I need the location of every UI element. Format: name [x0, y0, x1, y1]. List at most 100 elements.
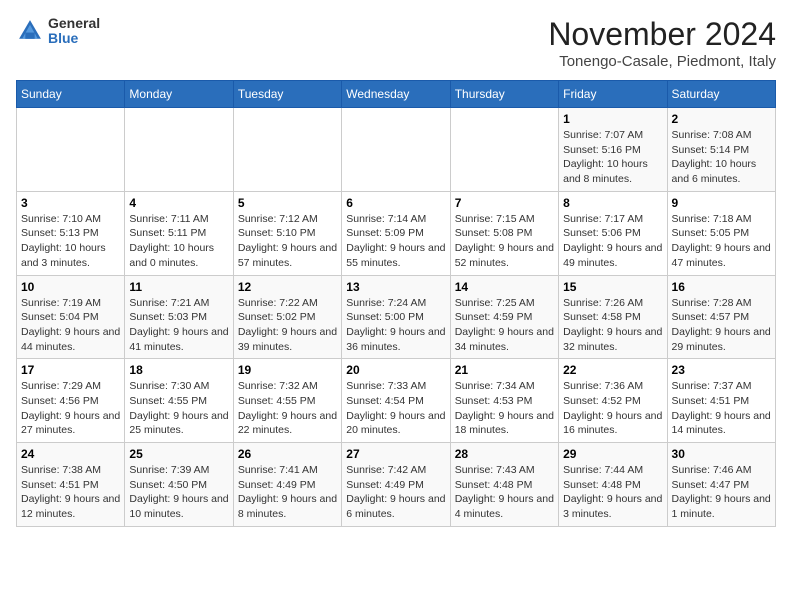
col-header-tuesday: Tuesday	[233, 81, 341, 108]
calendar-table: SundayMondayTuesdayWednesdayThursdayFrid…	[16, 80, 776, 527]
day-number: 26	[238, 447, 337, 461]
day-number: 8	[563, 196, 662, 210]
day-info: Sunrise: 7:24 AMSunset: 5:00 PMDaylight:…	[346, 296, 445, 355]
day-info: Sunrise: 7:26 AMSunset: 4:58 PMDaylight:…	[563, 296, 662, 355]
calendar-cell: 3 Sunrise: 7:10 AMSunset: 5:13 PMDaylight…	[17, 191, 125, 275]
calendar-cell: 29 Sunrise: 7:44 AMSunset: 4:48 PMDayligh…	[559, 443, 667, 527]
calendar-cell	[233, 108, 341, 192]
calendar-cell: 5Sunrise: 7:12 AMSunset: 5:10 PMDaylight…	[233, 191, 341, 275]
calendar-cell: 19Sunrise: 7:32 AMSunset: 4:55 PMDayligh…	[233, 359, 341, 443]
day-info: Sunrise: 7:14 AMSunset: 5:09 PMDaylight:…	[346, 212, 445, 271]
day-number: 28	[455, 447, 554, 461]
day-number: 18	[129, 363, 228, 377]
day-number: 11	[129, 280, 228, 294]
day-number: 25	[129, 447, 228, 461]
calendar-cell: 28 Sunrise: 7:43 AMSunset: 4:48 PMDayligh…	[450, 443, 558, 527]
calendar-cell: 27 Sunrise: 7:42 AMSunset: 4:49 PMDayligh…	[342, 443, 450, 527]
day-number: 6	[346, 196, 445, 210]
day-info: Sunrise: 7:22 AMSunset: 5:02 PMDaylight:…	[238, 296, 337, 355]
logo: General Blue	[16, 16, 100, 47]
day-number: 24	[21, 447, 120, 461]
calendar-cell: 8 Sunrise: 7:17 AMSunset: 5:06 PMDaylight…	[559, 191, 667, 275]
calendar-cell	[342, 108, 450, 192]
day-info: Sunrise: 7:15 AMSunset: 5:08 PMDaylight:…	[455, 212, 554, 271]
calendar-cell: 26 Sunrise: 7:41 AMSunset: 4:49 PMDayligh…	[233, 443, 341, 527]
day-number: 12	[238, 280, 337, 294]
day-info: Sunrise: 7:21 AMSunset: 5:03 PMDaylight:…	[129, 296, 228, 355]
col-header-monday: Monday	[125, 81, 233, 108]
day-info: Sunrise: 7:10 AMSunset: 5:13 PMDaylight:…	[21, 212, 120, 271]
calendar-cell: 20 Sunrise: 7:33 AMSunset: 4:54 PMDayligh…	[342, 359, 450, 443]
day-info: Sunrise: 7:30 AMSunset: 4:55 PMDaylight:…	[129, 379, 228, 438]
calendar-cell: 16 Sunrise: 7:28 AMSunset: 4:57 PMDayligh…	[667, 275, 775, 359]
location: Tonengo-Casale, Piedmont, Italy	[548, 53, 776, 70]
day-number: 15	[563, 280, 662, 294]
day-number: 14	[455, 280, 554, 294]
day-number: 3	[21, 196, 120, 210]
calendar-cell: 7 Sunrise: 7:15 AMSunset: 5:08 PMDaylight…	[450, 191, 558, 275]
day-number: 19	[238, 363, 337, 377]
col-header-thursday: Thursday	[450, 81, 558, 108]
day-info: Sunrise: 7:34 AMSunset: 4:53 PMDaylight:…	[455, 379, 554, 438]
day-number: 13	[346, 280, 445, 294]
day-number: 27	[346, 447, 445, 461]
day-number: 4	[129, 196, 228, 210]
day-info: Sunrise: 7:44 AMSunset: 4:48 PMDaylight:…	[563, 463, 662, 522]
col-header-sunday: Sunday	[17, 81, 125, 108]
day-number: 7	[455, 196, 554, 210]
day-info: Sunrise: 7:28 AMSunset: 4:57 PMDaylight:…	[672, 296, 771, 355]
day-info: Sunrise: 7:19 AMSunset: 5:04 PMDaylight:…	[21, 296, 120, 355]
day-number: 10	[21, 280, 120, 294]
calendar-cell: 15 Sunrise: 7:26 AMSunset: 4:58 PMDayligh…	[559, 275, 667, 359]
day-number: 23	[672, 363, 771, 377]
day-info: Sunrise: 7:33 AMSunset: 4:54 PMDaylight:…	[346, 379, 445, 438]
calendar-cell: 6 Sunrise: 7:14 AMSunset: 5:09 PMDaylight…	[342, 191, 450, 275]
day-info: Sunrise: 7:41 AMSunset: 4:49 PMDaylight:…	[238, 463, 337, 522]
calendar-cell: 2 Sunrise: 7:08 AMSunset: 5:14 PMDaylight…	[667, 108, 775, 192]
calendar-cell: 24 Sunrise: 7:38 AMSunset: 4:51 PMDayligh…	[17, 443, 125, 527]
col-header-friday: Friday	[559, 81, 667, 108]
calendar-cell	[125, 108, 233, 192]
calendar-cell: 22Sunrise: 7:36 AMSunset: 4:52 PMDayligh…	[559, 359, 667, 443]
day-number: 5	[238, 196, 337, 210]
month-title: November 2024	[548, 16, 776, 53]
page-header: General Blue November 2024 Tonengo-Casal…	[16, 16, 776, 70]
calendar-cell	[450, 108, 558, 192]
day-number: 29	[563, 447, 662, 461]
col-header-saturday: Saturday	[667, 81, 775, 108]
calendar-cell: 9 Sunrise: 7:18 AMSunset: 5:05 PMDaylight…	[667, 191, 775, 275]
calendar-cell: 25Sunrise: 7:39 AMSunset: 4:50 PMDayligh…	[125, 443, 233, 527]
day-number: 22	[563, 363, 662, 377]
title-block: November 2024 Tonengo-Casale, Piedmont, …	[548, 16, 776, 70]
day-info: Sunrise: 7:42 AMSunset: 4:49 PMDaylight:…	[346, 463, 445, 522]
day-number: 17	[21, 363, 120, 377]
calendar-cell: 14Sunrise: 7:25 AMSunset: 4:59 PMDayligh…	[450, 275, 558, 359]
day-number: 2	[672, 112, 771, 126]
calendar-cell: 4Sunrise: 7:11 AMSunset: 5:11 PMDaylight…	[125, 191, 233, 275]
calendar-cell: 18 Sunrise: 7:30 AMSunset: 4:55 PMDayligh…	[125, 359, 233, 443]
day-number: 16	[672, 280, 771, 294]
day-number: 20	[346, 363, 445, 377]
day-number: 9	[672, 196, 771, 210]
day-info: Sunrise: 7:46 AMSunset: 4:47 PMDaylight:…	[672, 463, 771, 522]
day-number: 21	[455, 363, 554, 377]
day-info: Sunrise: 7:08 AMSunset: 5:14 PMDaylight:…	[672, 128, 771, 187]
day-info: Sunrise: 7:29 AMSunset: 4:56 PMDaylight:…	[21, 379, 120, 438]
calendar-cell: 21 Sunrise: 7:34 AMSunset: 4:53 PMDayligh…	[450, 359, 558, 443]
day-info: Sunrise: 7:38 AMSunset: 4:51 PMDaylight:…	[21, 463, 120, 522]
calendar-cell: 13 Sunrise: 7:24 AMSunset: 5:00 PMDayligh…	[342, 275, 450, 359]
day-info: Sunrise: 7:18 AMSunset: 5:05 PMDaylight:…	[672, 212, 771, 271]
calendar-cell: 12 Sunrise: 7:22 AMSunset: 5:02 PMDayligh…	[233, 275, 341, 359]
day-info: Sunrise: 7:17 AMSunset: 5:06 PMDaylight:…	[563, 212, 662, 271]
logo-text: General Blue	[48, 16, 100, 47]
day-info: Sunrise: 7:37 AMSunset: 4:51 PMDaylight:…	[672, 379, 771, 438]
col-header-wednesday: Wednesday	[342, 81, 450, 108]
calendar-cell: 30 Sunrise: 7:46 AMSunset: 4:47 PMDayligh…	[667, 443, 775, 527]
calendar-cell: 17 Sunrise: 7:29 AMSunset: 4:56 PMDayligh…	[17, 359, 125, 443]
calendar-cell	[17, 108, 125, 192]
day-info: Sunrise: 7:43 AMSunset: 4:48 PMDaylight:…	[455, 463, 554, 522]
logo-icon	[16, 17, 44, 45]
calendar-cell: 23 Sunrise: 7:37 AMSunset: 4:51 PMDayligh…	[667, 359, 775, 443]
day-number: 30	[672, 447, 771, 461]
calendar-cell: 1Sunrise: 7:07 AMSunset: 5:16 PMDaylight…	[559, 108, 667, 192]
